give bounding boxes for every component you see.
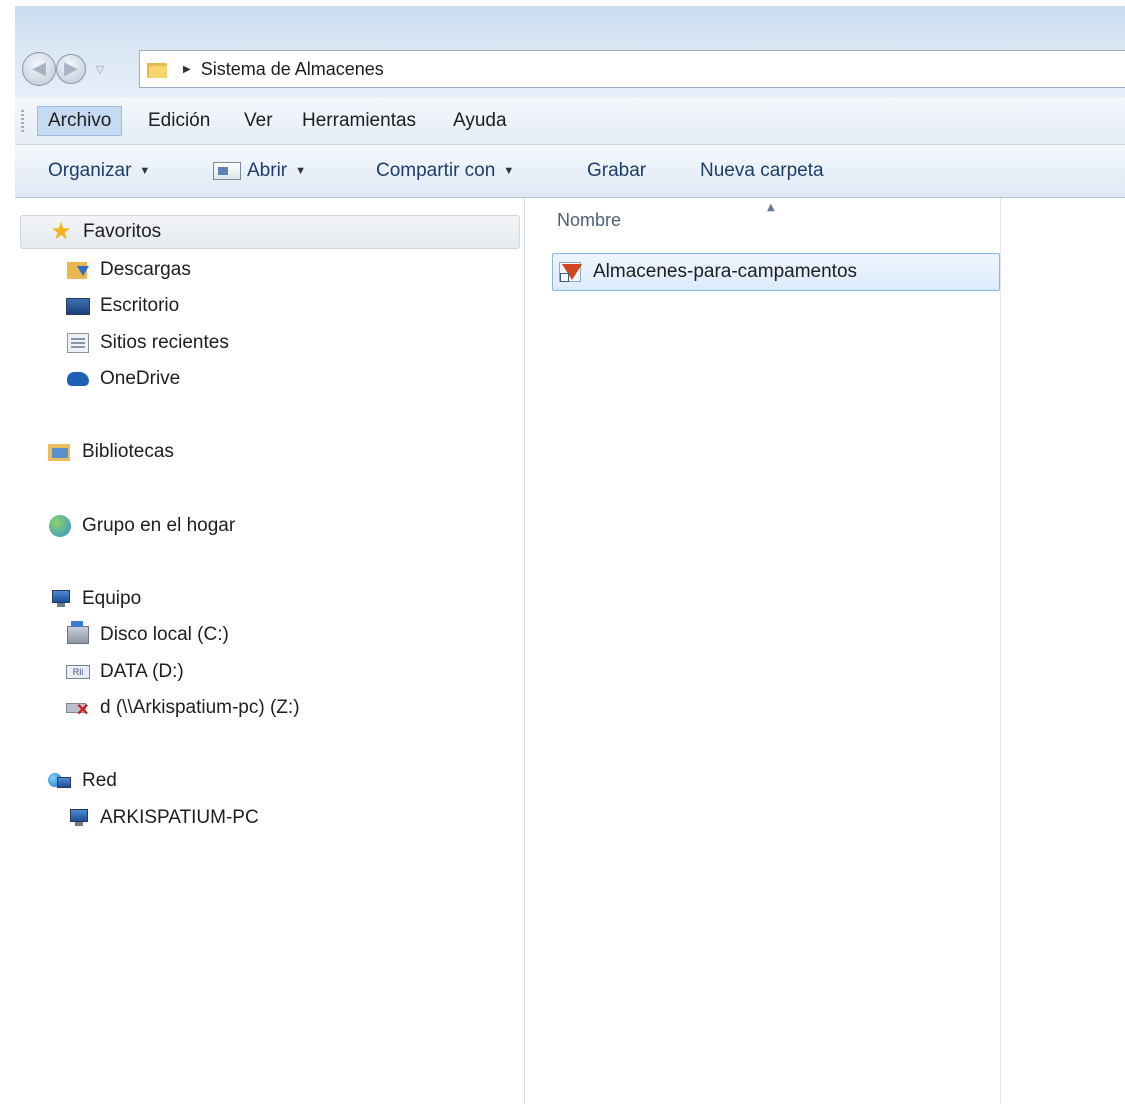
network-icon bbox=[48, 770, 72, 792]
sort-ascending-icon: ▲ bbox=[767, 202, 775, 213]
nav-label: Sitios recientes bbox=[100, 332, 229, 353]
menu-ver[interactable]: Ver bbox=[234, 106, 283, 136]
back-arrow-icon: ◀ bbox=[32, 58, 46, 79]
nav-escritorio[interactable]: Escritorio bbox=[66, 291, 179, 321]
homegroup-icon bbox=[48, 515, 72, 537]
nav-red[interactable]: Red bbox=[48, 766, 117, 796]
breadcrumb-arrow-icon[interactable]: ▶ bbox=[183, 64, 191, 75]
forward-arrow-icon: ▶ bbox=[64, 58, 78, 79]
nav-label: Red bbox=[82, 770, 117, 791]
file-item[interactable]: Almacenes-para-campamentos bbox=[552, 253, 1000, 291]
nav-label: Disco local (C:) bbox=[100, 624, 229, 645]
nav-grupo-hogar[interactable]: Grupo en el hogar bbox=[48, 511, 235, 541]
compartir-label: Compartir con bbox=[376, 160, 496, 181]
column-header-nombre[interactable]: Nombre bbox=[557, 210, 621, 231]
nav-favoritos[interactable]: ★ Favoritos bbox=[20, 215, 520, 249]
nav-label: ARKISPATIUM-PC bbox=[100, 807, 259, 828]
chevron-down-icon: ▼ bbox=[295, 165, 307, 177]
nav-label: Descargas bbox=[100, 259, 191, 280]
grabar-button[interactable]: Grabar bbox=[587, 158, 646, 184]
desktop-icon bbox=[66, 295, 90, 317]
nav-onedrive[interactable]: OneDrive bbox=[66, 364, 180, 394]
menu-ayuda[interactable]: Ayuda bbox=[443, 106, 517, 136]
command-bar: Organizar ▼ Abrir ▼ Compartir con ▼ Grab… bbox=[15, 145, 1125, 198]
folder-icon bbox=[147, 61, 167, 78]
nueva-carpeta-button[interactable]: Nueva carpeta bbox=[700, 158, 824, 184]
nav-label: d (\\Arkispatium-pc) (Z:) bbox=[100, 697, 300, 718]
disconnected-drive-icon: ✕ bbox=[66, 697, 90, 719]
computer-icon bbox=[48, 588, 72, 610]
nav-data-d[interactable]: Rli DATA (D:) bbox=[66, 657, 184, 687]
nav-descargas[interactable]: Descargas bbox=[66, 255, 191, 285]
breadcrumb-current[interactable]: Sistema de Almacenes bbox=[201, 59, 384, 80]
nav-arkispatium-pc[interactable]: ARKISPATIUM-PC bbox=[66, 803, 259, 833]
nav-label: DATA (D:) bbox=[100, 661, 184, 682]
forward-button[interactable]: ▶ bbox=[56, 54, 86, 84]
local-disk-icon bbox=[66, 621, 90, 646]
organizar-button[interactable]: Organizar ▼ bbox=[48, 158, 150, 184]
shortcut-icon bbox=[559, 260, 585, 284]
nav-label: Grupo en el hogar bbox=[82, 515, 236, 536]
recent-pages-dropdown[interactable]: ▽ bbox=[93, 62, 107, 76]
nav-sitios-recientes[interactable]: Sitios recientes bbox=[66, 328, 229, 358]
menu-herramientas[interactable]: Herramientas bbox=[292, 106, 426, 136]
details-pane bbox=[1001, 198, 1125, 1104]
organizar-label: Organizar bbox=[48, 160, 132, 181]
star-icon: ★ bbox=[50, 218, 72, 245]
navigation-pane: ★ Favoritos Descargas Escritorio Sitios … bbox=[16, 198, 525, 1104]
open-window-icon bbox=[213, 162, 241, 180]
menu-archivo[interactable]: Archivo bbox=[37, 106, 123, 136]
abrir-button[interactable]: Abrir ▼ bbox=[213, 158, 306, 184]
libraries-icon bbox=[48, 441, 72, 463]
abrir-label: Abrir bbox=[247, 160, 288, 181]
nav-label: Favoritos bbox=[83, 221, 162, 242]
chevron-down-icon: ▼ bbox=[503, 165, 515, 177]
computer-icon bbox=[66, 807, 90, 829]
nav-label: Escritorio bbox=[100, 295, 180, 316]
drive-icon: Rli bbox=[66, 661, 90, 683]
menu-grip[interactable] bbox=[21, 110, 24, 134]
chevron-down-icon: ▽ bbox=[95, 62, 105, 76]
chevron-down-icon: ▼ bbox=[139, 165, 151, 177]
nav-bibliotecas[interactable]: Bibliotecas bbox=[48, 437, 174, 467]
menu-bar: Archivo Edición Ver Herramientas Ayuda bbox=[15, 98, 1125, 145]
recent-places-icon bbox=[66, 332, 90, 354]
compartir-button[interactable]: Compartir con ▼ bbox=[376, 158, 514, 184]
menu-edicion[interactable]: Edición bbox=[138, 106, 220, 136]
nav-disco-local[interactable]: Disco local (C:) bbox=[66, 620, 229, 650]
nav-label: Equipo bbox=[82, 588, 142, 609]
grabar-label: Grabar bbox=[587, 160, 647, 181]
nav-label: Bibliotecas bbox=[82, 441, 174, 462]
nueva-carpeta-label: Nueva carpeta bbox=[700, 160, 824, 181]
address-bar[interactable]: ▶ Sistema de Almacenes bbox=[139, 50, 1125, 88]
cloud-icon bbox=[66, 368, 90, 390]
nav-label: OneDrive bbox=[100, 368, 181, 389]
nav-network-drive[interactable]: ✕ d (\\Arkispatium-pc) (Z:) bbox=[66, 693, 300, 723]
nav-equipo[interactable]: Equipo bbox=[48, 584, 141, 614]
file-list-pane: ▲ Nombre Almacenes-para-campamentos bbox=[525, 198, 1001, 1104]
downloads-folder-icon bbox=[66, 259, 90, 281]
back-button[interactable]: ◀ bbox=[22, 52, 56, 86]
file-name: Almacenes-para-campamentos bbox=[593, 261, 858, 282]
